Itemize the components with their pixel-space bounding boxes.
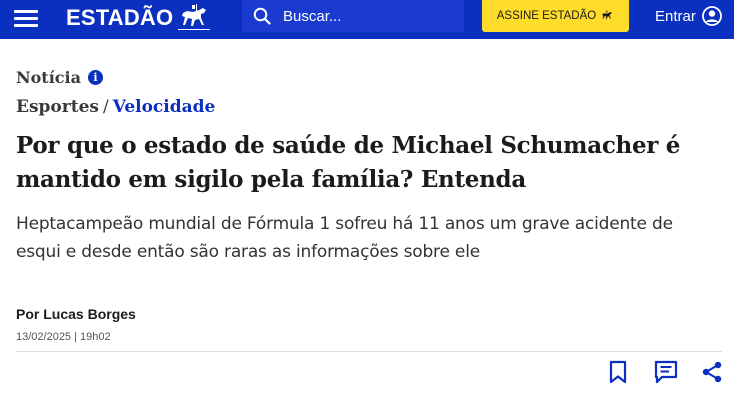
comments-button[interactable] <box>653 358 679 386</box>
search-input[interactable]: Buscar... <box>242 0 464 32</box>
publish-date: 13/02/2025 | 19h02 <box>16 331 111 343</box>
horse-rider-icon <box>178 4 211 30</box>
article-headline: Por que o estado de saúde de Michael Sch… <box>16 132 681 193</box>
logo-text: ESTADÃO <box>66 5 174 30</box>
login-button[interactable]: Entrar <box>655 5 722 27</box>
article-kicker: Notícia i <box>16 68 103 87</box>
share-button[interactable] <box>699 358 725 386</box>
horse-rider-icon <box>602 10 613 20</box>
subscribe-button[interactable]: ASSINE ESTADÃO <box>482 0 629 32</box>
hamburger-menu-icon[interactable] <box>13 8 39 30</box>
search-placeholder: Buscar... <box>283 7 342 25</box>
user-circle-icon <box>701 6 722 26</box>
estadao-logo[interactable]: ESTADÃO <box>66 2 211 34</box>
search-icon <box>253 7 271 25</box>
login-label: Entrar <box>655 7 696 25</box>
subscribe-label: ASSINE ESTADÃO <box>496 10 597 22</box>
bookmark-button[interactable] <box>605 358 631 386</box>
divider <box>16 351 722 352</box>
article-subtitle: Heptacampeão mundial de Fórmula 1 sofreu… <box>16 214 673 262</box>
top-navigation-bar: ESTADÃO Buscar... ASSINE ESTADÃO Entrar <box>0 0 734 39</box>
breadcrumb-separator: / <box>102 97 109 117</box>
share-icon <box>702 361 722 383</box>
breadcrumb: Esportes / Velocidade <box>16 97 215 117</box>
bookmark-icon <box>609 360 627 383</box>
breadcrumb-subsection-link[interactable]: Velocidade <box>113 97 216 117</box>
author-byline[interactable]: Por Lucas Borges <box>16 306 136 322</box>
breadcrumb-section[interactable]: Esportes <box>16 97 99 117</box>
kicker-label: Notícia <box>16 68 81 87</box>
info-icon[interactable]: i <box>87 70 103 85</box>
comment-icon <box>654 360 678 384</box>
